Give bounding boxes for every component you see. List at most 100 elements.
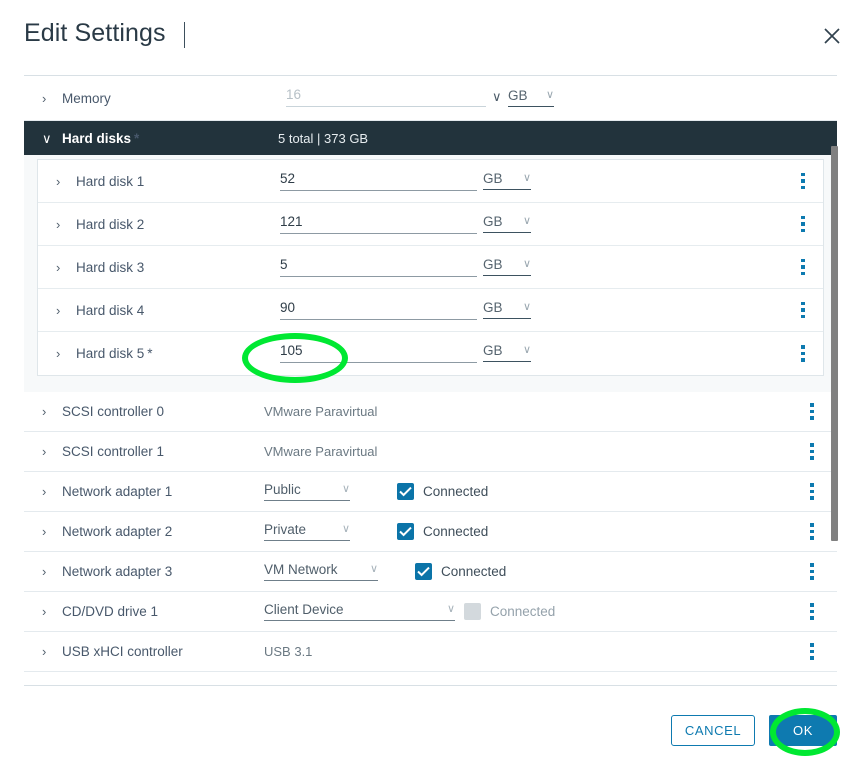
chevron-right-icon[interactable]: › <box>56 304 69 317</box>
chevron-right-icon[interactable]: › <box>42 485 55 498</box>
hard-disk-2-more-menu[interactable] <box>796 203 810 245</box>
chevron-right-icon[interactable]: › <box>56 218 69 231</box>
hard-disk-3-unit-select[interactable]: ∨ GB <box>483 257 531 276</box>
required-marker: * <box>147 346 153 361</box>
row-network-adapter-2[interactable]: › Network adapter 2 ∨ Private Connected <box>24 512 837 552</box>
chevron-down-icon: ∨ <box>522 258 531 270</box>
network-adapter-3-more-menu[interactable] <box>805 552 819 591</box>
hard-disk-4-capacity-input[interactable] <box>280 300 477 320</box>
scsi-controller-0-more-menu[interactable] <box>805 392 819 431</box>
cddvd-drive-1-label: › CD/DVD drive 1 <box>42 592 158 631</box>
network-adapter-3-label: › Network adapter 3 <box>42 552 172 591</box>
usb-xhci-controller-label-text: USB xHCI controller <box>62 644 183 659</box>
close-icon[interactable] <box>822 26 842 46</box>
chevron-right-icon[interactable]: › <box>56 347 69 360</box>
chevron-down-icon: ∨ <box>341 523 350 535</box>
row-usb-xhci-controller[interactable]: › USB xHCI controller USB 3.1 <box>24 632 837 672</box>
chevron-right-icon[interactable]: › <box>42 445 55 458</box>
hard-disk-1-unit-value: GB <box>483 171 503 186</box>
chevron-right-icon[interactable]: › <box>56 261 69 274</box>
table-row[interactable]: › Hard disk 2 ∨ GB <box>38 203 823 246</box>
chevron-right-icon[interactable]: › <box>42 605 55 618</box>
chevron-down-icon[interactable]: ∨ <box>42 132 55 145</box>
network-adapter-1-network-select[interactable]: ∨ Public <box>264 482 350 501</box>
scsi-controller-1-more-menu[interactable] <box>805 432 819 471</box>
section-header-label: ∨ Hard disks * <box>42 121 139 155</box>
row-network-adapter-3[interactable]: › Network adapter 3 ∨ VM Network Connect… <box>24 552 837 592</box>
table-row[interactable]: › Hard disk 1 ∨ GB <box>38 160 823 203</box>
cancel-button[interactable]: CANCEL <box>671 715 755 746</box>
table-row[interactable]: › Hard disk 3 ∨ GB <box>38 246 823 289</box>
section-header-hard-disks[interactable]: ∨ Hard disks * 5 total | 373 GB <box>24 121 837 155</box>
hard-disk-1-unit-select[interactable]: ∨ GB <box>483 171 531 190</box>
hard-disks-zone: › Hard disk 1 ∨ GB › Hard disk 2 <box>24 155 837 392</box>
hard-disk-2-unit-select[interactable]: ∨ GB <box>483 214 531 233</box>
cddvd-drive-1-label-text: CD/DVD drive 1 <box>62 604 159 619</box>
usb-xhci-controller-more-menu[interactable] <box>805 632 819 671</box>
network-adapter-3-network-select[interactable]: ∨ VM Network <box>264 562 378 581</box>
memory-stepper-icon[interactable]: ∨ <box>492 89 502 105</box>
row-cddvd-drive-1[interactable]: › CD/DVD drive 1 ∨ Client Device Connect… <box>24 592 837 632</box>
required-marker: * <box>134 130 140 146</box>
chevron-right-icon[interactable]: › <box>42 525 55 538</box>
network-adapter-3-connected-label: Connected <box>441 564 507 579</box>
hard-disk-3-label-text: Hard disk 3 <box>76 259 145 275</box>
hard-disk-5-more-menu[interactable] <box>796 332 810 375</box>
row-scsi-controller-0[interactable]: › SCSI controller 0 VMware Paravirtual <box>24 392 837 432</box>
row-memory[interactable]: › Memory ∨ ∨ GB <box>24 76 837 121</box>
hard-disk-4-label-text: Hard disk 4 <box>76 302 145 318</box>
content-scrollbar[interactable] <box>831 146 838 541</box>
chevron-right-icon[interactable]: › <box>42 645 55 658</box>
chevron-right-icon[interactable]: › <box>56 175 69 188</box>
cddvd-drive-1-connected-checkbox[interactable]: Connected <box>464 592 555 631</box>
hard-disks-card: › Hard disk 1 ∨ GB › Hard disk 2 <box>37 159 824 376</box>
chevron-right-icon[interactable]: › <box>42 565 55 578</box>
row-partial-next[interactable] <box>24 672 837 685</box>
dialog-header: Edit Settings <box>0 0 861 68</box>
hard-disk-1-more-menu[interactable] <box>796 160 810 202</box>
chevron-down-icon: ∨ <box>545 89 554 101</box>
memory-label-text: Memory <box>62 90 111 106</box>
scsi-controller-1-label-text: SCSI controller 1 <box>62 444 165 459</box>
chevron-down-icon: ∨ <box>522 215 531 227</box>
hard-disk-5-unit-select[interactable]: ∨ GB <box>483 343 531 362</box>
network-adapter-2-more-menu[interactable] <box>805 512 819 551</box>
chevron-right-icon[interactable]: › <box>42 92 55 105</box>
hard-disk-3-capacity-input[interactable] <box>280 257 477 277</box>
table-row[interactable]: › Hard disk 5 * ∨ GB <box>38 332 823 375</box>
scsi-controller-1-label: › SCSI controller 1 <box>42 432 164 471</box>
chevron-right-icon[interactable]: › <box>42 405 55 418</box>
network-adapter-1-more-menu[interactable] <box>805 472 819 511</box>
memory-input[interactable] <box>286 87 486 107</box>
network-adapter-1-label: › Network adapter 1 <box>42 472 172 511</box>
cddvd-drive-1-connected-label: Connected <box>490 604 556 619</box>
chevron-down-icon: ∨ <box>522 172 531 184</box>
table-row[interactable]: › Hard disk 4 ∨ GB <box>38 289 823 332</box>
scsi-controller-0-label-text: SCSI controller 0 <box>62 404 165 419</box>
network-adapter-2-connected-label: Connected <box>423 524 489 539</box>
page-title: Edit Settings <box>24 19 166 47</box>
cddvd-drive-1-more-menu[interactable] <box>805 592 819 631</box>
ok-button[interactable]: OK <box>769 715 837 746</box>
hard-disk-4-more-menu[interactable] <box>796 289 810 331</box>
row-network-adapter-1[interactable]: › Network adapter 1 ∨ Public Connected <box>24 472 837 512</box>
hard-disk-3-label: › Hard disk 3 <box>56 246 147 288</box>
chevron-down-icon: ∨ <box>522 344 531 356</box>
network-adapter-2-connected-checkbox[interactable]: Connected <box>397 512 488 551</box>
hard-disk-4-unit-select[interactable]: ∨ GB <box>483 300 531 319</box>
hard-disk-2-capacity-input[interactable] <box>280 214 477 234</box>
network-adapter-2-label: › Network adapter 2 <box>42 512 172 551</box>
hard-disk-1-label-text: Hard disk 1 <box>76 173 145 189</box>
row-scsi-controller-1[interactable]: › SCSI controller 1 VMware Paravirtual <box>24 432 837 472</box>
network-adapter-3-connected-checkbox[interactable]: Connected <box>415 552 506 591</box>
checkbox-checked-icon <box>397 523 414 540</box>
memory-unit-select[interactable]: ∨ GB <box>508 88 554 107</box>
hard-disk-1-label: › Hard disk 1 <box>56 160 147 202</box>
hard-disk-5-capacity-input[interactable] <box>280 343 477 363</box>
hard-disk-3-more-menu[interactable] <box>796 246 810 288</box>
hard-disk-1-capacity-input[interactable] <box>280 171 477 191</box>
cddvd-drive-1-device-select[interactable]: ∨ Client Device <box>264 602 455 621</box>
network-adapter-1-connected-checkbox[interactable]: Connected <box>397 472 488 511</box>
network-adapter-2-network-select[interactable]: ∨ Private <box>264 522 350 541</box>
scsi-controller-0-label: › SCSI controller 0 <box>42 392 164 431</box>
